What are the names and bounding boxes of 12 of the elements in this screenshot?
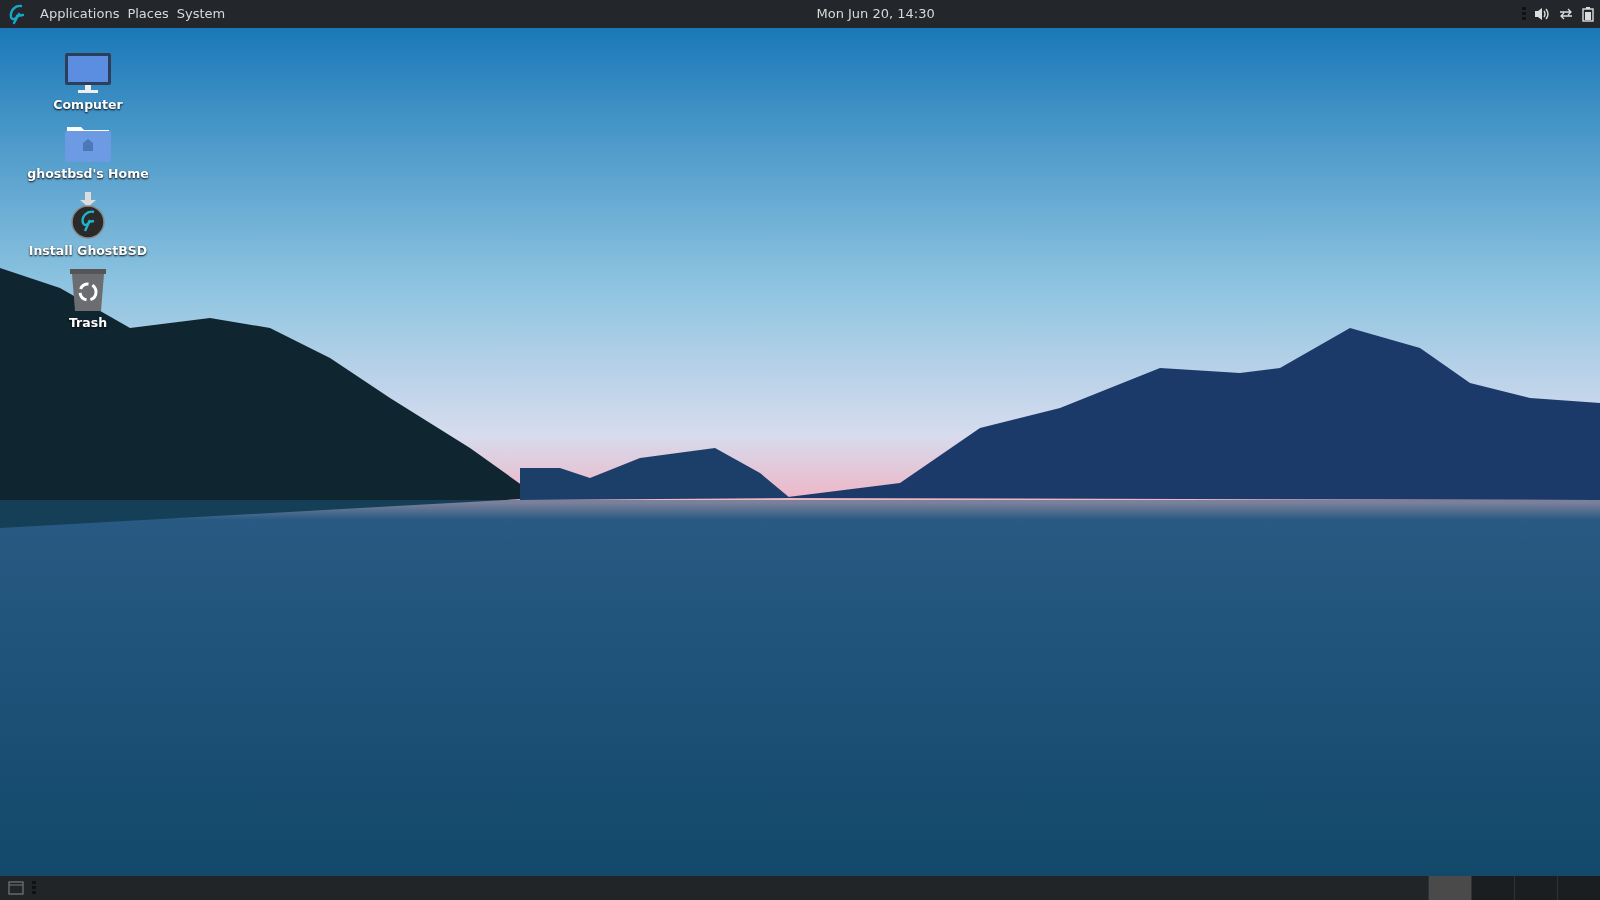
trash-icon[interactable] <box>68 268 108 313</box>
menu-item[interactable]: Applications <box>36 2 124 26</box>
clock[interactable]: Mon Jun 20, 14:30 <box>816 4 935 24</box>
monitor-icon[interactable] <box>64 52 112 94</box>
icon-label[interactable]: Computer <box>53 96 123 115</box>
icon-label[interactable]: Trash <box>68 314 108 333</box>
installer-disc-icon[interactable] <box>68 191 108 240</box>
volume-icon[interactable] <box>1534 7 1550 21</box>
menu-item[interactable]: System <box>172 2 230 26</box>
network-arrows-icon[interactable] <box>1558 7 1574 21</box>
battery-icon[interactable] <box>1582 6 1594 22</box>
menu-item[interactable]: Places <box>123 2 173 26</box>
